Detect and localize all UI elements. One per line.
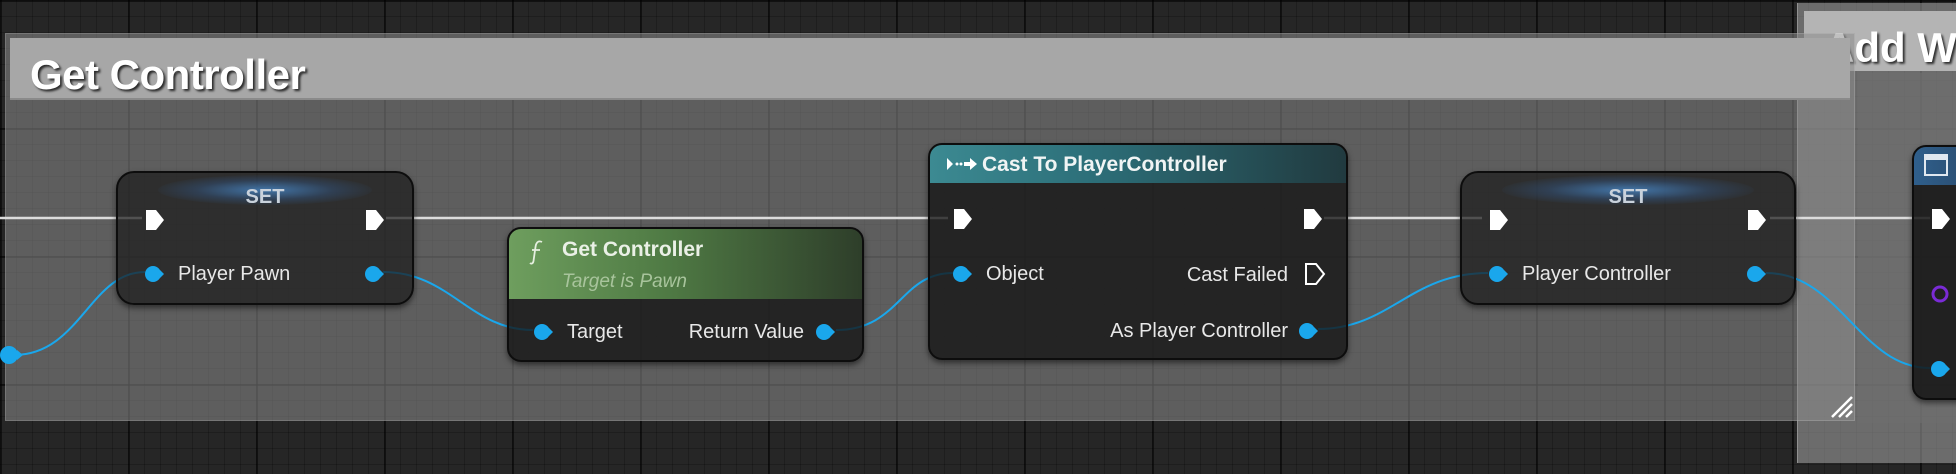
wire-start-pin — [0, 346, 23, 364]
node-title: SET — [1608, 186, 1648, 208]
cast-failed-exec-pin-icon[interactable] — [1304, 262, 1326, 286]
node-title: Get Controller — [562, 238, 704, 261]
exec-in-pin-icon[interactable] — [144, 208, 166, 232]
pin-label: As Player Controller — [1110, 320, 1288, 342]
pin-label: Target — [567, 321, 623, 343]
object-out-pin-icon[interactable] — [364, 265, 384, 283]
object-in-pin-icon[interactable] — [1488, 265, 1508, 283]
get-controller-node[interactable]: Get Controller Target is Pawn Target Ret… — [507, 227, 864, 362]
exec-in-pin-icon[interactable] — [952, 207, 974, 231]
object-out-pin-icon[interactable] — [1746, 265, 1766, 283]
node-subtitle: Target is Pawn — [562, 271, 687, 292]
node-title: SET — [245, 186, 285, 208]
widget-icon — [1924, 154, 1948, 176]
target-pin-icon[interactable] — [533, 323, 553, 341]
set-player-controller-node[interactable]: SET Player Controller — [1460, 171, 1796, 305]
pin-label: Cast Failed — [1186, 264, 1288, 286]
exec-in-pin-icon[interactable] — [1930, 207, 1952, 231]
pin-label: Object — [986, 263, 1044, 285]
exec-out-pin-icon[interactable] — [1302, 207, 1324, 231]
class-pin-icon[interactable] — [1930, 285, 1950, 303]
exec-in-pin-icon[interactable] — [1488, 208, 1510, 232]
object-pin-icon[interactable] — [952, 265, 972, 283]
owning-player-pin-icon[interactable] — [1930, 360, 1950, 378]
set-player-pawn-node[interactable]: SET Player Pawn — [116, 171, 414, 305]
pin-label: Player Pawn — [178, 263, 291, 285]
function-icon — [529, 240, 543, 265]
object-in-pin-icon[interactable] — [144, 265, 164, 283]
node-title: Cast To PlayerController — [982, 153, 1227, 176]
create-widget-node[interactable] — [1912, 145, 1956, 400]
exec-out-pin-icon[interactable] — [364, 208, 386, 232]
return-value-pin-icon[interactable] — [815, 323, 835, 341]
pin-label: Player Controller — [1522, 263, 1671, 285]
pin-label: Return Value — [688, 321, 804, 343]
cast-to-playercontroller-node[interactable]: Cast To PlayerController Object Cast Fai… — [928, 143, 1348, 360]
cast-icon — [947, 158, 977, 170]
exec-out-pin-icon[interactable] — [1746, 208, 1768, 232]
as-player-controller-pin-icon[interactable] — [1298, 322, 1318, 340]
